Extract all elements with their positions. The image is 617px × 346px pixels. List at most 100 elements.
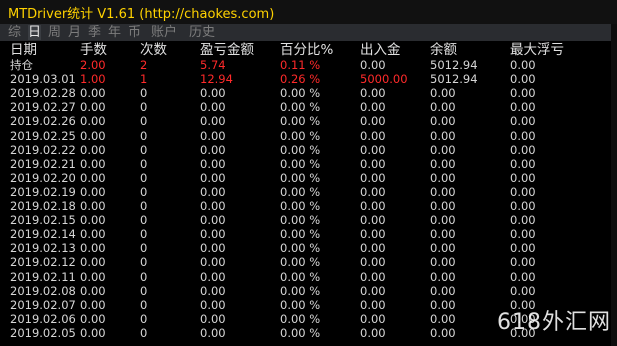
table-cell: 0.00 % (280, 100, 321, 115)
table-row[interactable]: 2019.02.18 0.00 0 0.00 0.00 % 0.00 0.00 0.00 (0, 199, 617, 214)
table-cell: 0.11 % (280, 58, 321, 72)
table-cell: 0.00 (360, 100, 386, 115)
table-cell: 2019.02.08 (10, 283, 76, 298)
table-cell: 0.00 (80, 283, 106, 298)
table-cell: 0.00 % (280, 227, 321, 242)
table-row[interactable]: 2019.02.22 0.00 0 0.00 0.00 % 0.00 0.00 0.00 (0, 142, 617, 158)
table-cell: 0 (140, 283, 148, 298)
table-cell: 0.00 (80, 199, 106, 213)
table-cell: 0 (140, 325, 148, 340)
table-cell: 0.00 (510, 142, 536, 157)
table-row[interactable]: 2019.02.08 0.00 0 0.00 0.00 % 0.00 0.00 0.00 (0, 283, 617, 299)
header-lots[interactable]: 手数 (80, 42, 107, 58)
table-cell: 0.00 (200, 184, 226, 199)
table-cell: 0.00 (200, 142, 226, 157)
table-cell: 0.00 (510, 128, 536, 143)
table-cell: 0.00 (360, 255, 386, 270)
table-row[interactable]: 2019.02.11 0.00 0 0.00 0.00 % 0.00 0.00 0.00 (0, 269, 617, 285)
table-cell: 0.00 (510, 213, 536, 228)
header-profit[interactable]: 盈亏金额 (200, 42, 254, 58)
table-cell: 0.00 (360, 142, 386, 157)
table-row[interactable]: 2019.02.12 0.00 0 0.00 0.00 % 0.00 0.00 0.00 (0, 256, 617, 270)
header-deposit[interactable]: 出入金 (360, 42, 401, 58)
table-cell: 0.00 (430, 142, 456, 157)
table-cell: 0.00 (360, 114, 386, 129)
table-row[interactable]: 2019.02.19 0.00 0 0.00 0.00 % 0.00 0.00 0.00 (0, 184, 617, 200)
table-row[interactable]: 2019.02.21 0.00 0 0.00 0.00 % 0.00 0.00 0.00 (0, 156, 617, 172)
table-row[interactable]: 2019.02.27 0.00 0 0.00 0.00 % 0.00 0.00 0.00 (0, 101, 617, 115)
table-cell: 0.00 (360, 86, 386, 101)
table-cell: 0 (140, 142, 148, 157)
table-cell: 5000.00 (360, 72, 408, 87)
table-cell: 5012.94 (430, 58, 478, 72)
table-cell: 0.00 (430, 156, 456, 171)
scrollbar[interactable] (611, 24, 617, 346)
header-count[interactable]: 次数 (140, 42, 167, 58)
table-cell: 0 (140, 86, 148, 101)
table-cell: 2019.02.07 (10, 297, 76, 312)
table-cell: 0.00 (430, 184, 456, 199)
table-cell: 2019.02.28 (10, 86, 76, 101)
table-row[interactable]: 2019.02.26 0.00 0 0.00 0.00 % 0.00 0.00 0.00 (0, 115, 617, 129)
table-cell: 0.00 (360, 283, 386, 298)
table-cell: 0.00 (200, 241, 226, 256)
table-row[interactable]: 2019.02.13 0.00 0 0.00 0.00 % 0.00 0.00 0.00 (0, 242, 617, 256)
table-cell: 0.00 (80, 227, 106, 242)
table-row[interactable]: 2019.02.14 0.00 0 0.00 0.00 % 0.00 0.00 0.00 (0, 228, 617, 242)
table-cell: 0 (140, 184, 148, 199)
tab-daily[interactable]: 日 (28, 25, 42, 40)
header-max-drawdown[interactable]: 最大浮亏 (510, 42, 564, 58)
table-cell: 0.00 % (280, 86, 321, 101)
title-bar: MTDriver统计 V1.61 (http://chaokes.com) (0, 0, 617, 25)
table-cell: 0.00 (80, 170, 106, 185)
watermark: 618外汇网 (497, 310, 611, 335)
table-row[interactable]: 2019.02.28 0.00 0 0.00 0.00 % 0.00 0.00 0.00 (0, 87, 617, 101)
table-cell: 0.00 % (280, 297, 321, 312)
header-date[interactable]: 日期 (10, 42, 37, 58)
tab-account[interactable]: 账户 (151, 25, 177, 40)
table-cell: 2019.02.27 (10, 100, 76, 115)
table-cell: 2019.02.12 (10, 255, 76, 270)
table-cell: 0.00 (510, 100, 536, 115)
table-cell: 2019.02.06 (10, 311, 76, 326)
table-cell: 1 (140, 72, 148, 87)
table-cell: 0.00 (360, 311, 386, 326)
table-row[interactable]: 持仓 2.00 2 5.74 0.11 % 0.00 5012.94 0.00 (0, 58, 617, 73)
table-cell: 0.00 (200, 170, 226, 185)
table-cell: 0.00 (510, 255, 536, 270)
table-row[interactable]: 2019.02.15 0.00 0 0.00 0.00 % 0.00 0.00 0.00 (0, 214, 617, 228)
table-cell: 0.00 (360, 213, 386, 228)
header-percent[interactable]: 百分比% (280, 42, 333, 58)
table-cell: 0.00 % (280, 283, 321, 298)
table-cell: 0.00 (80, 311, 106, 326)
table-cell: 0.00 % (280, 114, 321, 129)
table-cell: 0 (140, 114, 148, 129)
table-cell: 5.74 (200, 58, 226, 72)
table-row[interactable]: 2019.03.01 1.00 1 12.94 0.26 % 5000.00 5012.94… (0, 73, 617, 87)
table-cell: 0 (140, 297, 148, 312)
table-cell: 0 (140, 255, 148, 270)
table-cell: 0.00 (80, 100, 106, 115)
table-cell: 0.00 (200, 199, 226, 213)
table-cell: 2019.02.11 (10, 269, 76, 284)
table-cell: 0.00 (510, 241, 536, 256)
table-cell: 0 (140, 199, 148, 213)
table-cell: 2019.02.18 (10, 199, 76, 213)
table-cell: 0.00 (360, 184, 386, 199)
header-balance[interactable]: 余额 (430, 42, 457, 58)
tab-quarterly[interactable]: 季 (88, 25, 101, 40)
tab-yearly[interactable]: 年 (108, 25, 121, 40)
period-tabs: 综 日 周 月 季 年 币 账户 历史 (0, 24, 617, 41)
tab-summary[interactable]: 综 (8, 25, 21, 40)
table-cell: 0.00 (430, 86, 456, 101)
tab-symbol[interactable]: 币 (128, 25, 141, 40)
table-row[interactable]: 2019.02.20 0.00 0 0.00 0.00 % 0.00 0.00 0.00 (0, 170, 617, 186)
tab-history[interactable]: 历史 (189, 25, 215, 40)
tab-weekly[interactable]: 周 (48, 25, 61, 40)
table-cell: 0.00 (80, 184, 106, 199)
table-cell: 0.00 (430, 227, 456, 242)
table-cell: 0.00 (430, 297, 456, 312)
table-cell: 0.00 (200, 269, 226, 284)
tab-monthly[interactable]: 月 (68, 25, 81, 40)
table-row[interactable]: 2019.02.25 0.00 0 0.00 0.00 % 0.00 0.00 0.00 (0, 128, 617, 144)
